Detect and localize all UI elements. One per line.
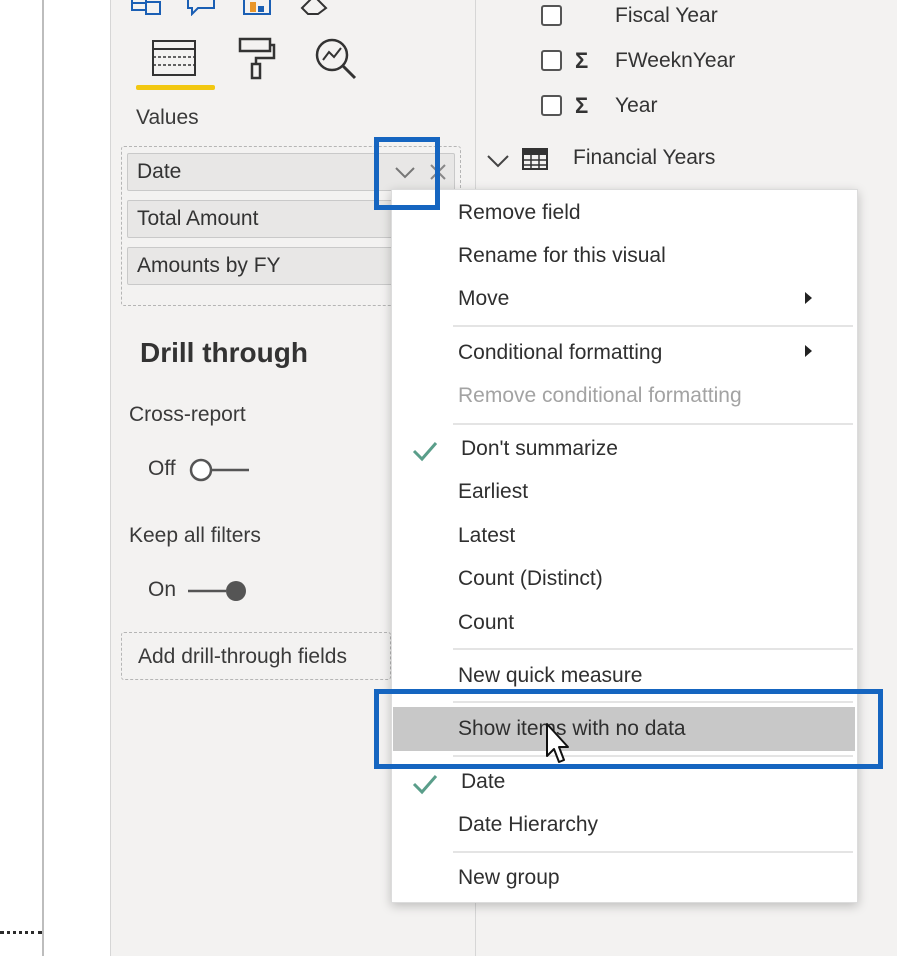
- sigma-icon: Σ: [575, 93, 589, 118]
- menu-item-latest[interactable]: Latest: [458, 524, 515, 548]
- menu-item-count-distinct[interactable]: Count (Distinct): [458, 567, 603, 591]
- menu-item-remove-conditional-formatting: Remove conditional formatting: [458, 384, 742, 407]
- canvas-border: [42, 0, 44, 956]
- menu-item-move[interactable]: Move: [458, 287, 509, 311]
- field-item-label[interactable]: Fiscal Year: [615, 4, 718, 28]
- menu-separator: [453, 648, 853, 650]
- menu-separator: [453, 423, 853, 425]
- menu-item-new-group[interactable]: New group: [458, 866, 560, 890]
- grid-icon[interactable]: [150, 38, 198, 78]
- checkmark-icon: [411, 772, 439, 801]
- menu-item-earliest[interactable]: Earliest: [458, 480, 528, 504]
- field-label: Total Amount: [137, 207, 259, 230]
- report-canvas[interactable]: [0, 0, 110, 956]
- field-checkbox[interactable]: [541, 5, 562, 26]
- menu-separator: [453, 325, 853, 327]
- magnifier-chart-icon[interactable]: [313, 36, 361, 80]
- paint-roller-icon[interactable]: [236, 36, 278, 80]
- menu-item-dont-summarize[interactable]: Don't summarize: [461, 437, 618, 461]
- submenu-arrow-icon: [805, 292, 812, 304]
- keep-filters-label: Keep all filters: [129, 524, 261, 547]
- keep-filters-toggle[interactable]: [186, 578, 252, 604]
- cross-report-label: Cross-report: [129, 403, 246, 426]
- chevron-down-icon[interactable]: [484, 148, 512, 172]
- drill-through-title: Drill through: [140, 337, 308, 368]
- cross-report-state: Off: [148, 457, 176, 480]
- table-grid-icon: [521, 146, 549, 172]
- menu-item-remove-field[interactable]: Remove field: [458, 201, 581, 225]
- field-label: Amounts by FY: [137, 254, 281, 277]
- menu-item-date[interactable]: Date: [461, 770, 505, 794]
- table-icon[interactable]: [128, 0, 164, 16]
- chart-icon[interactable]: [240, 0, 276, 16]
- drill-through-placeholder: Add drill-through fields: [138, 645, 347, 668]
- checkmark-icon: [411, 439, 439, 468]
- submenu-arrow-icon: [805, 345, 812, 357]
- cross-report-toggle[interactable]: [187, 457, 253, 483]
- canvas-selection-dots: [0, 931, 42, 935]
- field-checkbox[interactable]: [541, 95, 562, 116]
- eraser-icon[interactable]: [296, 0, 336, 16]
- menu-item-count[interactable]: Count: [458, 611, 514, 635]
- menu-item-date-hierarchy[interactable]: Date Hierarchy: [458, 813, 598, 837]
- menu-item-rename[interactable]: Rename for this visual: [458, 244, 666, 268]
- chat-icon[interactable]: [184, 0, 220, 16]
- drill-through-drop-zone[interactable]: Add drill-through fields: [121, 632, 391, 680]
- menu-item-conditional-formatting[interactable]: Conditional formatting: [458, 341, 662, 365]
- field-checkbox[interactable]: [541, 50, 562, 71]
- menu-item-new-quick-measure[interactable]: New quick measure: [458, 664, 642, 688]
- menu-separator: [453, 851, 853, 853]
- annotation-highlight-chevron: [374, 137, 440, 210]
- field-label: Date: [137, 160, 182, 183]
- field-item-label[interactable]: Year: [615, 94, 657, 118]
- more-icon[interactable]: [352, 0, 382, 6]
- active-tab-indicator: [136, 85, 215, 90]
- table-label-financial-years[interactable]: Financial Years: [573, 146, 715, 170]
- field-item-label[interactable]: FWeeknYear: [615, 49, 735, 73]
- annotation-highlight-menu-item: [374, 689, 883, 769]
- values-label: Values: [136, 106, 199, 129]
- sigma-icon: Σ: [575, 48, 589, 73]
- keep-filters-state: On: [148, 578, 177, 601]
